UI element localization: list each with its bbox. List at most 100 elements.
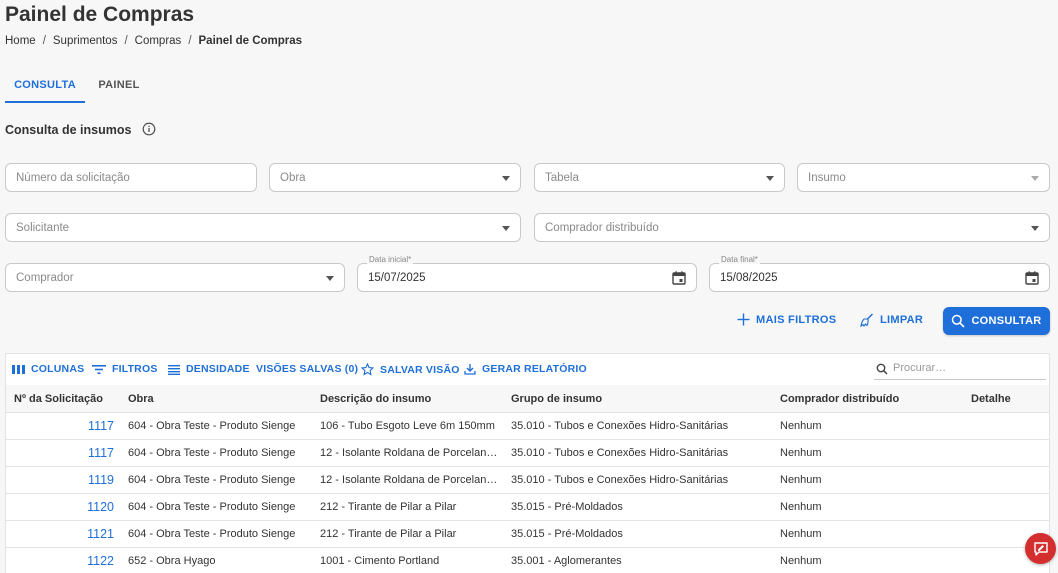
comprador-cell: Nenhum	[780, 528, 822, 540]
search-icon	[952, 314, 966, 328]
grupo-cell: 35.001 - Aglomerantes	[511, 555, 622, 567]
colunas-button[interactable]: COLUNAS	[12, 363, 84, 375]
grupo-cell: 35.010 - Tubos e Conexões Hidro-Sanitári…	[511, 474, 729, 486]
insumo-select[interactable]: Insumo	[797, 163, 1050, 192]
solicitante-select[interactable]: Solicitante	[5, 213, 521, 242]
solicitacao-link[interactable]: 1121	[74, 527, 114, 541]
descricao-cell: 212 - Tirante de Pilar a Pilar	[320, 501, 457, 513]
comprador-select[interactable]: Comprador	[5, 263, 345, 292]
gerar-relatorio-button[interactable]: GERAR RELATÓRIO	[464, 363, 587, 375]
limpar-button[interactable]: LIMPAR	[860, 313, 923, 327]
table-row[interactable]: 1122 652 - Obra Hyago 1001 - Cimento Por…	[6, 548, 1049, 573]
mais-filtros-button[interactable]: MAIS FILTROS	[737, 313, 836, 326]
calendar-icon[interactable]	[671, 270, 687, 286]
descricao-cell: 212 - Tirante de Pilar a Pilar	[320, 528, 457, 540]
breadcrumb-separator: /	[124, 35, 128, 47]
solicitacao-link[interactable]: 1117	[74, 419, 114, 433]
densidade-button[interactable]: DENSIDADE	[168, 363, 250, 375]
chevron-down-icon	[1031, 176, 1039, 181]
salvar-visao-button[interactable]: SALVAR VISÃO	[361, 363, 460, 376]
filtros-button[interactable]: FILTROS	[92, 363, 158, 375]
column-header[interactable]: Descrição do insumo	[320, 393, 431, 405]
data-final-value: 15/08/2025	[720, 272, 778, 284]
comprador-cell: Nenhum	[780, 447, 822, 459]
chevron-down-icon	[326, 276, 334, 281]
table-row[interactable]: 1117 604 - Obra Teste - Produto Sienge 1…	[6, 440, 1049, 467]
breadcrumb-home[interactable]: Home	[5, 35, 36, 47]
obra-select[interactable]: Obra	[269, 163, 521, 192]
grupo-cell: 35.015 - Pré-Moldados	[511, 528, 623, 540]
data-inicial-value: 15/07/2025	[368, 272, 426, 284]
solicitacao-link[interactable]: 1117	[74, 446, 114, 460]
grupo-cell: 35.010 - Tubos e Conexões Hidro-Sanitári…	[511, 447, 729, 459]
table-row[interactable]: 1120 604 - Obra Teste - Produto Sienge 2…	[6, 494, 1049, 521]
column-header[interactable]: Nº da Solicitação	[14, 393, 103, 405]
descricao-cell: 12 - Isolante Roldana de Porcelana 76x79…	[320, 447, 500, 459]
section-title: Consulta de insumos	[5, 123, 132, 137]
mais-filtros-label: MAIS FILTROS	[756, 313, 837, 326]
colunas-label: COLUNAS	[31, 363, 85, 375]
insumo-placeholder: Insumo	[808, 172, 846, 184]
table-header: Nº da Solicitação Obra Descrição do insu…	[6, 385, 1049, 413]
chevron-down-icon	[502, 226, 510, 231]
visoes-salvas-button[interactable]: VISÕES SALVAS (0)	[256, 363, 358, 375]
column-header[interactable]: Grupo de insumo	[511, 393, 602, 405]
tab-bar: CONSULTA PAINEL	[5, 70, 153, 103]
page-title: Painel de Compras	[5, 3, 195, 26]
search-icon	[876, 363, 888, 375]
breadcrumb-suprimentos[interactable]: Suprimentos	[53, 35, 118, 47]
breadcrumb: Home / Suprimentos / Compras / Painel de Compr…	[5, 35, 302, 47]
comprador-placeholder: Comprador	[16, 272, 74, 284]
consultar-label: CONSULTAR	[971, 315, 1042, 327]
salvar-visao-label: SALVAR VISÃO	[380, 363, 460, 376]
download-icon	[464, 364, 476, 375]
columns-icon	[12, 364, 25, 374]
column-header[interactable]: Comprador distribuído	[780, 393, 899, 405]
descricao-cell: 1001 - Cimento Portland	[320, 555, 440, 567]
obra-cell: 604 - Obra Teste - Produto Sienge	[128, 447, 296, 459]
solicitacao-link[interactable]: 1119	[74, 473, 114, 487]
table-row[interactable]: 1117 604 - Obra Teste - Produto Sienge 1…	[6, 413, 1049, 440]
solicitacao-link[interactable]: 1120	[74, 500, 114, 514]
filtros-label: FILTROS	[112, 363, 158, 375]
table-row[interactable]: 1121 604 - Obra Teste - Produto Sienge 2…	[6, 521, 1049, 548]
info-icon[interactable]	[142, 122, 156, 136]
data-final-label: Data final*	[719, 255, 760, 264]
filter-icon	[92, 364, 106, 374]
obra-placeholder: Obra	[280, 172, 306, 184]
breadcrumb-separator: /	[188, 35, 192, 47]
comprador-cell: Nenhum	[780, 420, 822, 432]
breadcrumb-separator: /	[42, 35, 46, 47]
feedback-button[interactable]	[1025, 533, 1056, 564]
comprador-distribuido-select[interactable]: Comprador distribuído	[534, 213, 1050, 242]
limpar-label: LIMPAR	[880, 314, 924, 326]
grupo-cell: 35.015 - Pré-Moldados	[511, 501, 623, 513]
descricao-cell: 12 - Isolante Roldana de Porcelana 76x79…	[320, 474, 500, 486]
column-header[interactable]: Obra	[128, 393, 154, 405]
obra-cell: 604 - Obra Teste - Produto Sienge	[128, 528, 296, 540]
visoes-salvas-label: VISÕES SALVAS (0)	[256, 363, 359, 375]
grid-search	[874, 359, 1046, 380]
grid-search-input[interactable]	[893, 362, 1041, 374]
numero-solicitacao-field[interactable]: Número da solicitação	[5, 163, 257, 192]
consultar-button[interactable]: CONSULTAR	[943, 307, 1050, 335]
tabela-placeholder: Tabela	[545, 172, 579, 184]
comprador-cell: Nenhum	[780, 501, 822, 513]
data-final-field[interactable]: Data final* 15/08/2025	[709, 255, 1050, 292]
solicitacao-link[interactable]: 1122	[74, 554, 114, 568]
tab-consulta[interactable]: CONSULTA	[5, 70, 85, 103]
tab-painel[interactable]: PAINEL	[85, 70, 153, 103]
breadcrumb-compras[interactable]: Compras	[135, 35, 182, 47]
broom-icon	[860, 313, 873, 327]
grid-toolbar: COLUNAS FILTROS DENSIDADE VISÕES SALVAS …	[6, 354, 1049, 385]
gerar-relatorio-label: GERAR RELATÓRIO	[482, 363, 587, 375]
data-inicial-field[interactable]: Data inicial* 15/07/2025	[357, 255, 697, 292]
density-icon	[168, 364, 180, 375]
comprador-cell: Nenhum	[780, 474, 822, 486]
breadcrumb-current: Painel de Compras	[198, 35, 303, 47]
comprador-cell: Nenhum	[780, 555, 822, 567]
column-header[interactable]: Detalhe	[971, 393, 1011, 405]
calendar-icon[interactable]	[1024, 270, 1040, 286]
table-row[interactable]: 1119 604 - Obra Teste - Produto Sienge 1…	[6, 467, 1049, 494]
tabela-select[interactable]: Tabela	[534, 163, 785, 192]
